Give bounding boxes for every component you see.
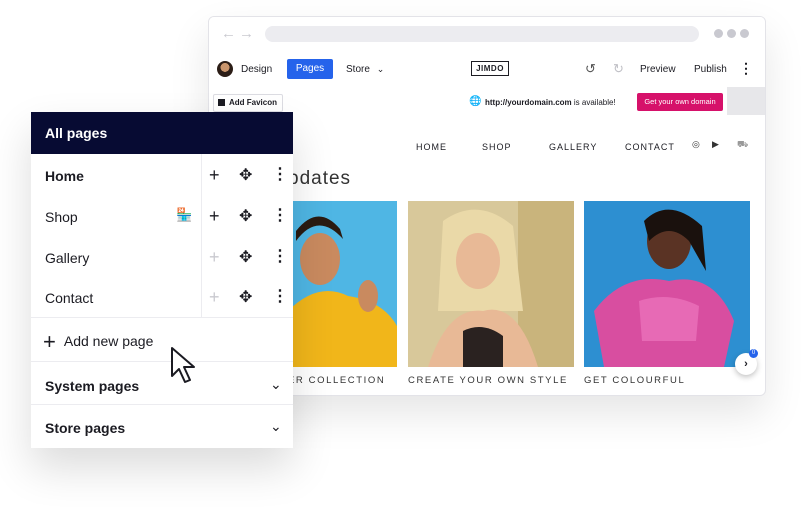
add-subpage-icon[interactable]: +: [209, 165, 220, 186]
more-options-icon[interactable]: ⋮: [272, 205, 288, 225]
favicon-icon: [218, 99, 225, 107]
photo-caption-1: ER COLLECTION: [288, 375, 386, 386]
chevron-down-icon[interactable]: ⌄: [270, 418, 282, 435]
availability-label: is available!: [571, 98, 616, 107]
address-bar[interactable]: [265, 26, 699, 42]
more-options-icon[interactable]: ⋮: [739, 60, 753, 77]
store-tab-label: Store: [346, 64, 370, 75]
photo-caption-3: GET COLOURFUL: [584, 375, 686, 386]
add-subpage-icon[interactable]: +: [209, 206, 220, 227]
page-row-gallery[interactable]: Gallery + ✥ ⋮: [31, 238, 293, 278]
gallery-photo-1[interactable]: [288, 201, 397, 367]
page-row-contact[interactable]: Contact + ✥ ⋮: [31, 278, 293, 318]
jimdo-logo: JIMDO: [471, 61, 509, 76]
pages-tab[interactable]: Pages: [287, 59, 333, 79]
redo-icon[interactable]: ↻: [613, 61, 624, 77]
youtube-icon[interactable]: ▶: [712, 139, 719, 150]
section-heading: pdates: [288, 168, 352, 189]
editor-toolbar: Design Pages Store ⌄ JIMDO ↺ ↻ Preview P…: [209, 51, 765, 88]
domain-availability-text: http://yourdomain.com is available!: [485, 98, 616, 107]
system-pages-toggle[interactable]: System pages: [45, 378, 139, 394]
back-arrow-icon[interactable]: ←: [221, 25, 236, 42]
move-icon[interactable]: ✥: [239, 247, 252, 267]
undo-icon[interactable]: ↺: [585, 61, 596, 77]
page-label: Shop: [45, 209, 78, 225]
add-new-page-button[interactable]: + Add new page: [43, 329, 153, 355]
add-favicon-button[interactable]: Add Favicon: [213, 94, 284, 112]
store-pages-toggle[interactable]: Store pages: [45, 420, 125, 436]
chevron-down-icon[interactable]: ⌄: [270, 376, 282, 393]
photo-caption-2: CREATE YOUR OWN STYLE: [408, 375, 568, 386]
preview-button[interactable]: Preview: [640, 64, 676, 75]
store-icon: 🏪: [176, 207, 193, 222]
browser-chrome: ← →: [209, 17, 765, 52]
page-row-home[interactable]: Home + ✥ ⋮: [31, 156, 293, 196]
add-favicon-label: Add Favicon: [229, 98, 278, 107]
site-nav-contact[interactable]: CONTACT: [625, 142, 675, 152]
site-nav-shop[interactable]: SHOP: [482, 142, 512, 152]
divider: [31, 317, 293, 318]
gallery-photo-3[interactable]: [584, 201, 750, 367]
panel-title: All pages: [31, 112, 293, 154]
scrollbar-area: [727, 87, 765, 115]
divider: [31, 404, 293, 405]
gallery-photo-2[interactable]: [408, 201, 574, 367]
avatar[interactable]: [217, 61, 233, 77]
move-icon[interactable]: ✥: [239, 206, 252, 226]
globe-icon: 🌐: [469, 96, 482, 107]
site-nav-home[interactable]: HOME: [416, 142, 447, 152]
get-domain-button[interactable]: Get your own domain: [637, 93, 723, 111]
more-options-icon[interactable]: ⋮: [272, 164, 288, 184]
pages-panel: All pages Home + ✥ ⋮ Shop 🏪 + ✥ ⋮ Galler…: [31, 112, 293, 448]
domain-notice-bar: Add Favicon 🌐 http://yourdomain.com is a…: [209, 87, 765, 115]
domain-name: http://yourdomain.com: [485, 98, 572, 107]
cart-icon[interactable]: ⛟: [737, 139, 748, 151]
forward-arrow-icon[interactable]: →: [239, 25, 254, 42]
page-label: Gallery: [45, 250, 90, 266]
mouse-cursor-icon: [171, 347, 195, 383]
publish-button[interactable]: Publish: [694, 64, 727, 75]
design-tab[interactable]: Design: [241, 64, 272, 75]
add-subpage-icon: +: [209, 287, 220, 307]
add-subpage-icon: +: [209, 247, 220, 267]
page-label: Contact: [45, 290, 94, 306]
more-options-icon[interactable]: ⋮: [272, 286, 288, 306]
more-options-icon[interactable]: ⋮: [272, 246, 288, 266]
divider: [31, 361, 293, 362]
site-nav-gallery[interactable]: GALLERY: [549, 142, 597, 152]
chevron-down-icon: ⌄: [376, 64, 385, 74]
page-row-shop[interactable]: Shop 🏪 + ✥ ⋮: [31, 197, 293, 237]
plus-icon: +: [43, 329, 56, 354]
add-new-page-label: Add new page: [63, 333, 154, 349]
window-menu-dots-icon[interactable]: [714, 29, 749, 38]
move-icon[interactable]: ✥: [239, 165, 252, 185]
instagram-icon[interactable]: ◎: [692, 139, 700, 150]
move-icon[interactable]: ✥: [239, 287, 252, 307]
notification-badge: 0: [749, 349, 758, 358]
page-label: Home: [45, 168, 84, 184]
store-tab[interactable]: Store ⌄: [346, 64, 384, 75]
